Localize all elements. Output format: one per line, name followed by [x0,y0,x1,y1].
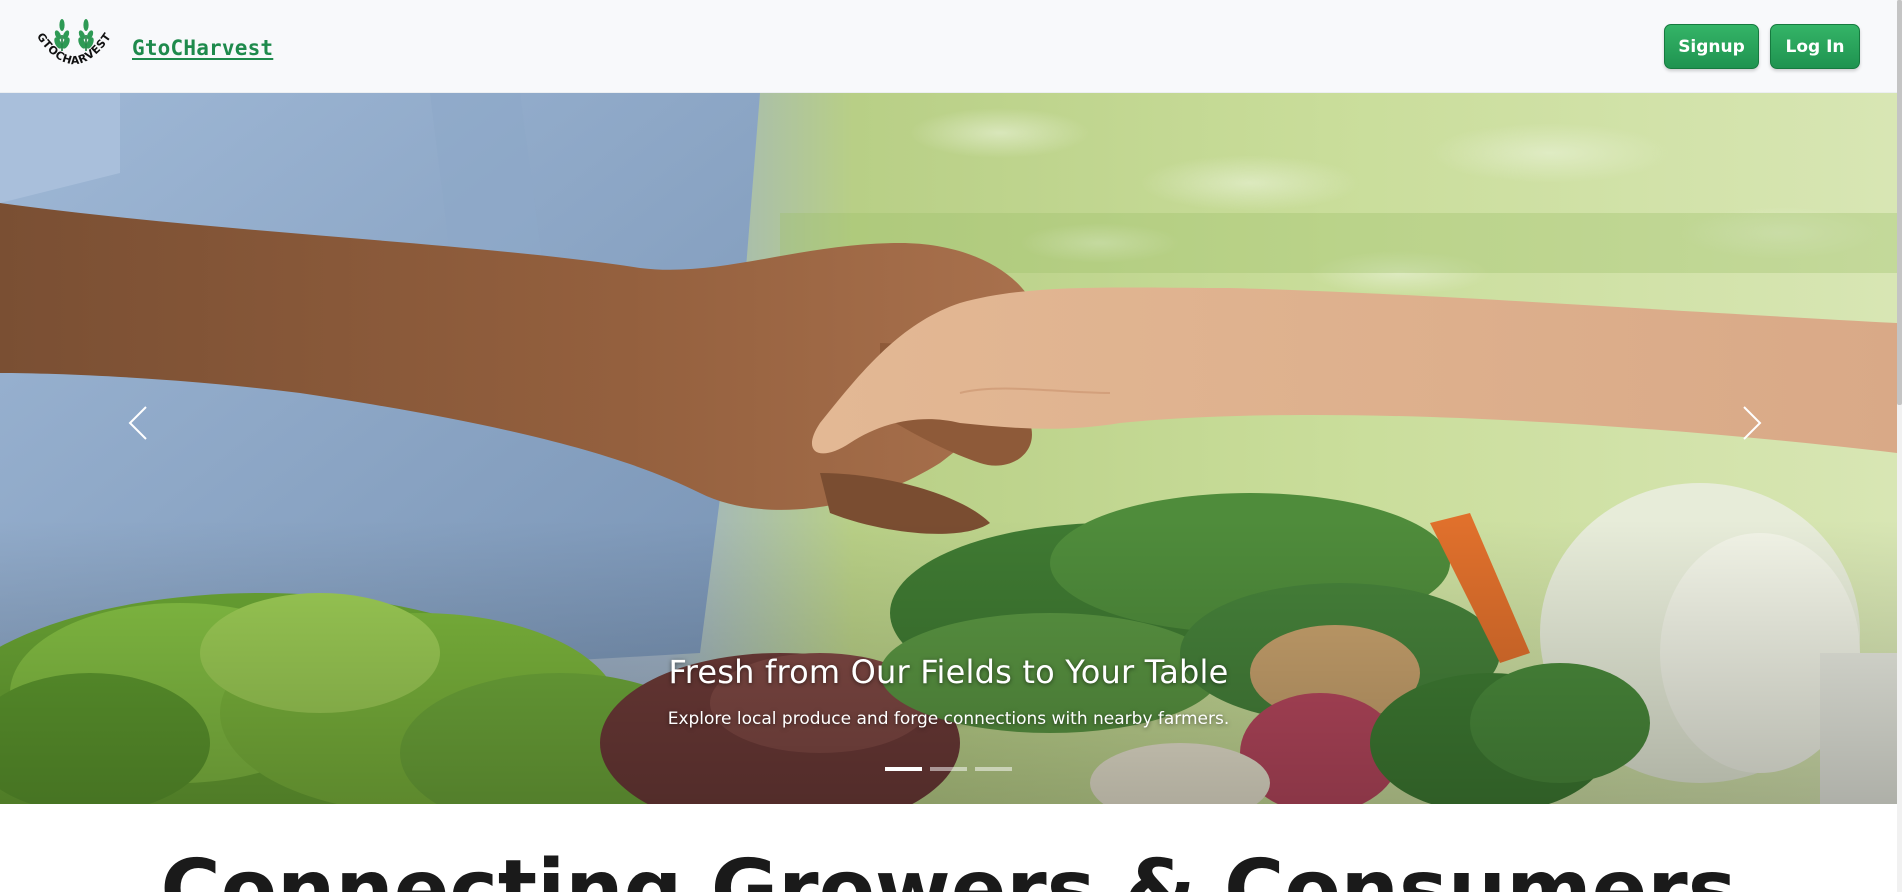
carousel-indicator-1[interactable] [885,767,922,771]
section-heading: Connecting Growers & Consumers [160,843,1737,892]
carousel-next-button[interactable] [1722,393,1782,453]
nav-actions: Signup Log In [1664,24,1860,69]
carousel-indicator-2[interactable] [930,767,967,771]
carousel-prev-button[interactable] [108,393,168,453]
chevron-left-icon [128,406,147,440]
chevron-right-icon [1743,406,1762,440]
brand-name[interactable]: GtoCHarvest [132,36,273,60]
hero-carousel: Fresh from Our Fields to Your Table Expl… [0,93,1897,804]
hero-subtitle: Explore local produce and forge connecti… [667,709,1230,729]
login-button[interactable]: Log In [1770,24,1860,69]
carousel-caption: Fresh from Our Fields to Your Table Expl… [0,653,1897,729]
svg-text:GTOCHARVEST: GTOCHARVEST [34,30,114,67]
wheat-logo-icon: GTOCHARVEST [34,19,114,67]
carousel-indicators [0,767,1897,771]
brand-link[interactable]: GTOCHARVEST GtoCHarvest [26,15,273,77]
page-scrollbar[interactable] [1897,0,1902,892]
scrollbar-thumb[interactable] [1897,0,1902,405]
hero-title: Fresh from Our Fields to Your Table [668,653,1229,691]
page: GTOCHARVEST GtoCHarvest Signup Log In Fr… [0,0,1902,892]
carousel-indicator-3[interactable] [975,767,1012,771]
signup-button[interactable]: Signup [1664,24,1759,69]
navbar: GTOCHARVEST GtoCHarvest Signup Log In [0,0,1897,93]
